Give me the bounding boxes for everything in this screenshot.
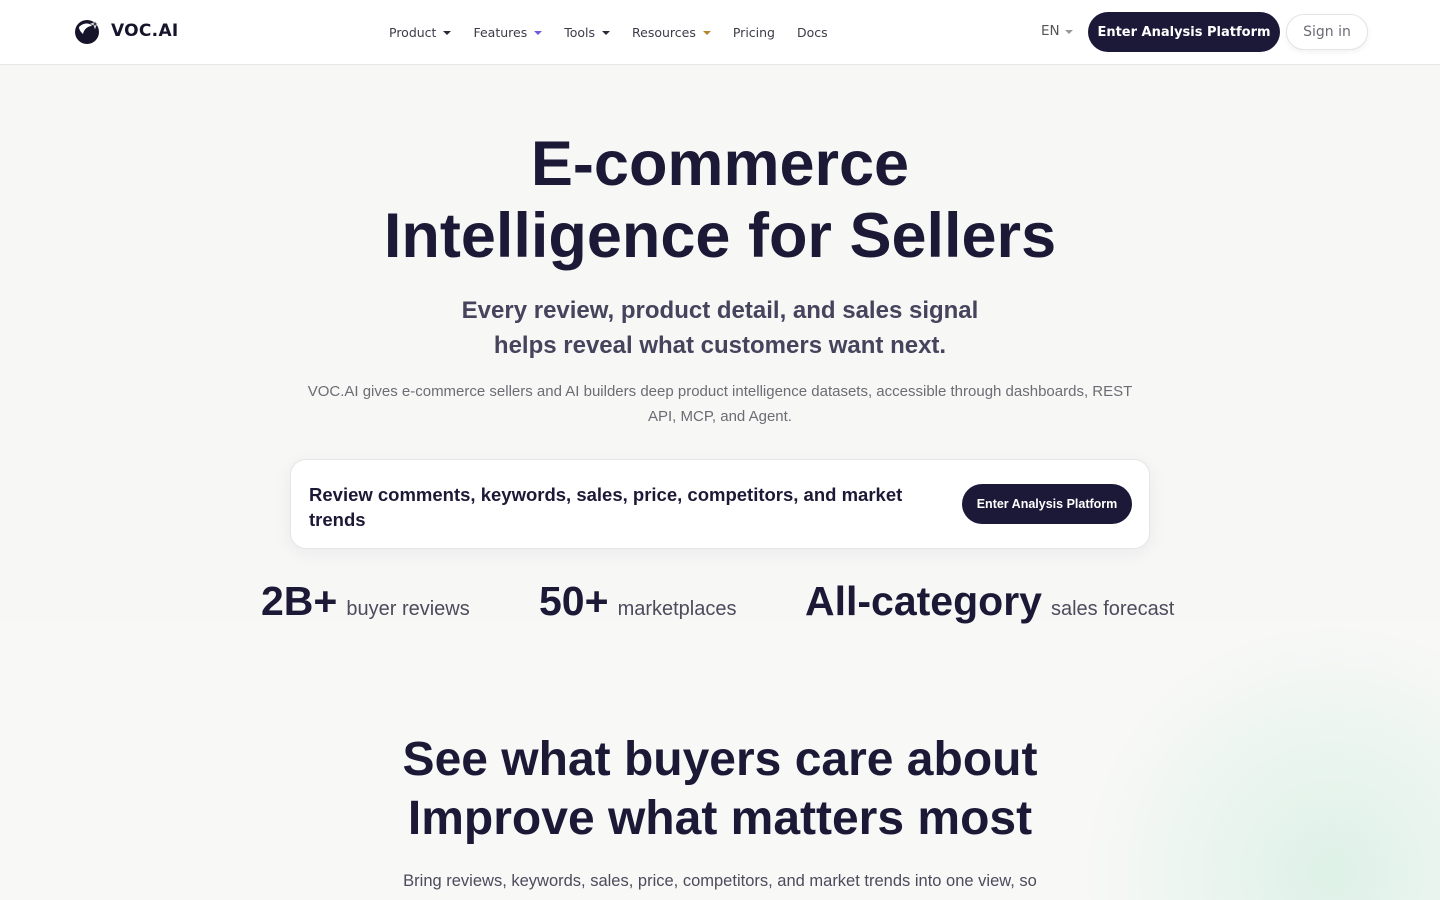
stat-marketplaces: 50+ marketplaces (539, 578, 737, 625)
hero-title-line2: Intelligence for Sellers (383, 201, 1057, 271)
stat-sales-forecast: All-category sales forecast (805, 578, 1174, 625)
section-title-line2: Improve what matters most (407, 792, 1033, 845)
hero-subtitle-line1: Every review, product detail, and sales … (461, 297, 979, 324)
nav-item-features[interactable]: Features (473, 24, 543, 40)
language-label: EN (1041, 23, 1060, 39)
nav-item-product[interactable]: Product (389, 24, 452, 40)
sign-in-button[interactable]: Sign in (1286, 14, 1368, 50)
section-title-line1: See what buyers care about (402, 733, 1038, 786)
chevron-down-icon (1064, 29, 1073, 34)
stat-value: 50+ (539, 578, 609, 624)
nav-item-label: Pricing (732, 24, 775, 40)
chevron-down-icon (602, 30, 611, 35)
search-card: Review comments, keywords, sales, price,… (290, 459, 1150, 549)
enter-analysis-platform-button[interactable]: Enter Analysis Platform (1088, 12, 1280, 52)
hero-title-line1: E-commerce (530, 129, 910, 199)
voc-logo-icon (75, 18, 101, 44)
nav-item-label: Resources (632, 24, 696, 40)
chevron-down-icon (534, 30, 543, 35)
nav-item-pricing[interactable]: Pricing (733, 25, 775, 40)
search-card-text[interactable]: Review comments, keywords, sales, price,… (309, 482, 939, 532)
chevron-down-icon (702, 30, 711, 35)
language-selector[interactable]: EN (1041, 23, 1073, 39)
brand-name: VOC.AI (111, 21, 179, 41)
nav-item-label: Docs (797, 24, 828, 40)
stat-reviews: 2B+ buyer reviews (261, 578, 470, 625)
nav-item-resources[interactable]: Resources (632, 25, 711, 40)
stat-value: All-category (805, 578, 1042, 624)
stat-value: 2B+ (261, 578, 338, 624)
hero-subtitle: Every review, product detail, and sales … (0, 293, 1440, 363)
hero-title: E-commerce Intelligence for Sellers (0, 128, 1440, 272)
main-menu: Product Features Tools Resources Pricing… (389, 0, 850, 64)
stat-label: sales forecast (1050, 598, 1175, 620)
stat-label: marketplaces (617, 598, 737, 620)
top-navigation: VOC.AI Product Features Tools Resources … (0, 0, 1440, 65)
nav-item-label: Features (473, 24, 528, 40)
section-title: See what buyers care about Improve what … (0, 730, 1440, 848)
stats-row: 2B+ buyer reviews 50+ marketplaces All-c… (0, 578, 1440, 632)
section-description: Bring reviews, keywords, sales, price, c… (403, 872, 1037, 890)
brand-logo-link[interactable]: VOC.AI (73, 17, 179, 45)
nav-item-label: Tools (564, 24, 596, 40)
stat-label: buyer reviews (346, 598, 470, 620)
nav-item-docs[interactable]: Docs (797, 25, 828, 40)
card-enter-analysis-platform-button[interactable]: Enter Analysis Platform (962, 484, 1132, 524)
chevron-down-icon (443, 30, 452, 35)
nav-item-tools[interactable]: Tools (564, 24, 611, 40)
hero-description: VOC.AI gives e-commerce sellers and AI b… (307, 383, 1133, 425)
nav-item-label: Product (389, 24, 437, 40)
hero-subtitle-line2: helps reveal what customers want next. (493, 332, 947, 359)
